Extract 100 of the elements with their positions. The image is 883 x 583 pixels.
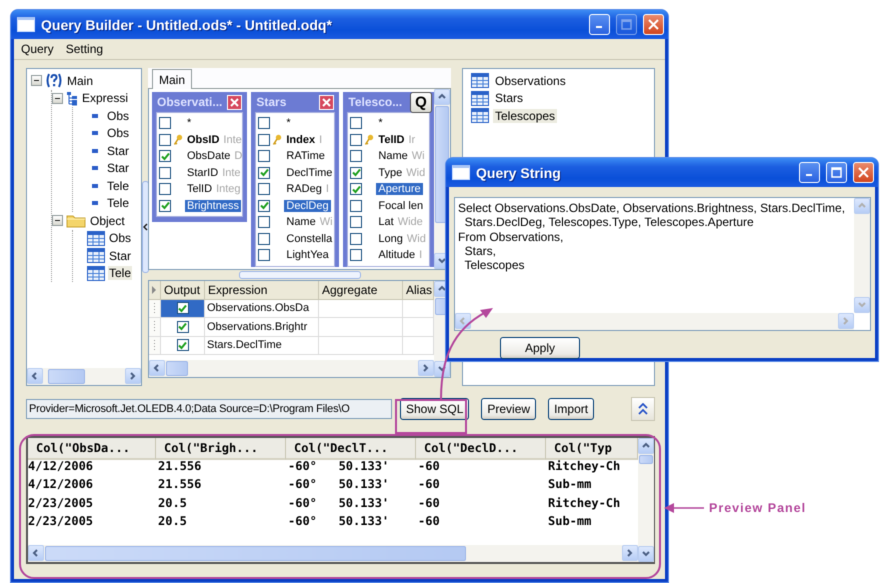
field-name[interactable]: Aperture (376, 183, 423, 196)
scroll-thumb[interactable] (639, 455, 653, 464)
field-name[interactable]: Name (376, 150, 410, 162)
tree-item[interactable]: Star (106, 161, 130, 176)
splitter-handle[interactable] (238, 271, 360, 279)
apply-button[interactable]: Apply (500, 337, 580, 359)
close-button[interactable] (227, 94, 242, 110)
field-name[interactable]: Type (376, 166, 404, 179)
checkbox[interactable] (350, 216, 362, 228)
minimize-button[interactable] (799, 162, 820, 183)
tree-item[interactable]: Stars (493, 91, 526, 106)
tree-item[interactable]: Obs (106, 126, 130, 140)
checkbox[interactable] (350, 183, 362, 196)
output-cell[interactable] (161, 318, 205, 336)
close-button[interactable] (853, 162, 874, 183)
tree-item[interactable]: Tele (106, 196, 130, 210)
checkbox[interactable] (159, 117, 171, 130)
collapse-button[interactable] (631, 397, 655, 421)
field-name[interactable]: Long (376, 232, 405, 245)
tree-item[interactable]: Star (108, 248, 132, 263)
field-name[interactable]: * (185, 117, 194, 130)
import-button[interactable]: Import (548, 398, 594, 420)
checkbox[interactable] (159, 166, 171, 179)
tree-item[interactable]: Obs (106, 108, 130, 123)
field-name[interactable]: Name (284, 216, 318, 228)
field-name[interactable]: Lat (376, 216, 396, 228)
tree-item[interactable]: Obs (108, 231, 132, 246)
collapse-toggle[interactable] (52, 92, 63, 104)
field-name[interactable]: RATime (284, 150, 327, 162)
checkbox[interactable] (258, 166, 270, 179)
output-cell[interactable] (161, 336, 205, 355)
checkbox[interactable] (258, 117, 270, 130)
field-name[interactable]: Focal len (376, 200, 426, 212)
field-name[interactable]: TelID (185, 183, 214, 196)
tab[interactable]: Main (152, 69, 192, 89)
field-name[interactable]: Altitude (376, 249, 418, 262)
close-button[interactable] (643, 14, 664, 35)
column-header[interactable]: Col("Typ (546, 438, 638, 460)
checkbox[interactable] (176, 320, 188, 333)
field-name[interactable]: StarID (185, 166, 220, 179)
query-text-field[interactable]: Select Observations.ObsDate, Observations.Brightness, Stars.DeclTime, Stars.DeclDeg, Telescopes.Type, Telescopes.Aperture From Observations, Stars, Telescopes (454, 197, 871, 331)
column-header[interactable]: Col("DeclD... (416, 438, 546, 460)
field-name[interactable]: TelID (376, 134, 406, 146)
checkbox[interactable] (159, 134, 171, 146)
vertical-scrollbar[interactable] (854, 198, 870, 313)
field-name[interactable]: LightYea (284, 249, 331, 262)
horizontal-scrollbar[interactable] (455, 313, 854, 330)
checkbox[interactable] (258, 183, 270, 196)
field-name[interactable]: * (376, 117, 385, 130)
field-name[interactable]: Brightness (185, 200, 241, 212)
horizontal-scrollbar[interactable] (149, 360, 434, 377)
horizontal-scrollbar[interactable] (27, 368, 141, 385)
tree-item[interactable]: Telescopes (493, 108, 558, 123)
checkbox[interactable] (159, 183, 171, 196)
field-name[interactable]: Constella (284, 232, 334, 245)
tree-item[interactable]: Observations (493, 74, 568, 88)
tree-item[interactable]: Object (89, 214, 126, 228)
output-cell[interactable] (161, 300, 205, 318)
checkbox[interactable] (176, 339, 188, 352)
scroll-thumb[interactable] (48, 369, 85, 384)
vertical-scrollbar[interactable] (638, 438, 654, 562)
row-handle[interactable] (149, 318, 161, 336)
checkbox[interactable] (258, 232, 270, 245)
collapse-toggle[interactable] (31, 75, 42, 86)
checkbox[interactable] (159, 200, 171, 212)
table-card[interactable]: Observati... * ObsID Inte ObsDate D StarID Inte TelID Integ Brightness (152, 92, 248, 222)
checkbox[interactable] (350, 150, 362, 162)
column-header[interactable]: Alias (403, 281, 434, 300)
checkbox[interactable] (350, 232, 362, 245)
column-header[interactable]: Expression (205, 281, 319, 300)
close-button[interactable] (319, 94, 334, 110)
checkbox[interactable] (258, 216, 270, 228)
maximize-button[interactable] (826, 162, 847, 183)
column-header[interactable]: Output (161, 281, 205, 300)
row-handle[interactable] (149, 336, 161, 355)
horizontal-scrollbar[interactable] (28, 545, 638, 562)
column-header[interactable]: Aggregate (319, 281, 403, 300)
collapse-toggle[interactable] (52, 215, 63, 226)
minimize-button[interactable] (589, 14, 610, 35)
checkbox[interactable] (350, 200, 362, 212)
field-name[interactable]: DeclDeg (284, 200, 331, 212)
scroll-thumb[interactable] (45, 546, 466, 561)
connection-string-field[interactable]: Provider=Microsoft.Jet.OLEDB.4.0;Data Source=D:\Program Files\O (26, 399, 392, 419)
preview-button[interactable]: Preview (481, 398, 536, 420)
checkbox[interactable] (350, 134, 362, 146)
checkbox[interactable] (350, 117, 362, 130)
tree-item[interactable]: Tele (108, 266, 132, 280)
column-header[interactable]: Col("DeclT... (286, 438, 416, 460)
field-name[interactable]: DeclTime (284, 166, 334, 179)
checkbox[interactable] (258, 150, 270, 162)
column-header[interactable]: Col("Brigh... (156, 438, 286, 460)
tree-item[interactable]: Main (66, 74, 94, 88)
query-button[interactable]: Q (410, 92, 432, 113)
tree-item[interactable]: Tele (106, 178, 130, 193)
checkbox[interactable] (258, 134, 270, 146)
column-header[interactable]: Col("ObsDa... (28, 438, 156, 460)
menu-item[interactable]: Setting (60, 40, 108, 58)
row-handle[interactable] (149, 300, 161, 318)
checkbox[interactable] (159, 150, 171, 162)
field-name[interactable]: RADeg (284, 183, 324, 196)
